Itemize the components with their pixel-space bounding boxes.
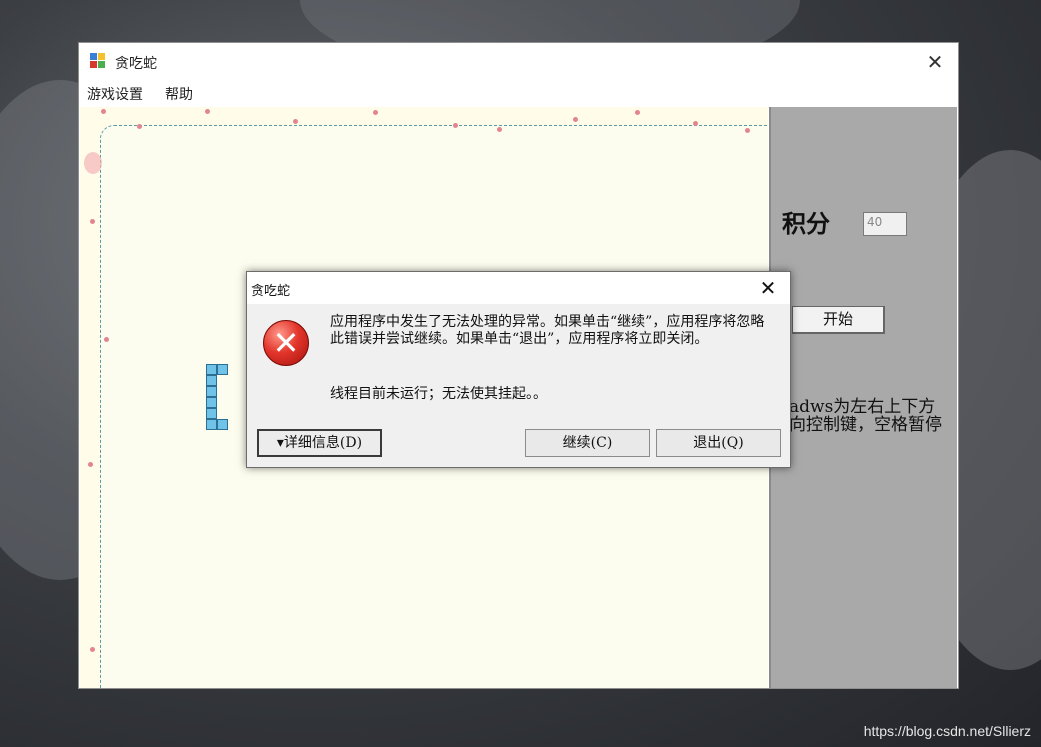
snake-segment xyxy=(206,408,217,419)
border-dot xyxy=(205,109,210,114)
title-bar: 贪吃蛇 ✕ xyxy=(79,43,958,81)
window-title: 贪吃蛇 xyxy=(115,56,157,72)
score-field: 40 xyxy=(863,212,907,236)
dialog-title: 贪吃蛇 xyxy=(251,284,291,299)
snake-segment xyxy=(206,397,217,408)
border-dot xyxy=(101,109,106,114)
border-dot xyxy=(693,121,698,126)
details-button[interactable]: ▾详细信息(D) xyxy=(257,429,382,457)
border-dot xyxy=(88,462,93,467)
side-panel: 积分 40 开始 adws为左右上下方向控制键，空格暂停 xyxy=(769,107,957,688)
border-dot xyxy=(453,123,458,128)
snake-segment xyxy=(206,375,217,386)
menu-game-settings[interactable]: 游戏设置 xyxy=(87,84,143,104)
error-icon: ✕ xyxy=(263,320,309,366)
snake-segment xyxy=(206,386,217,397)
close-icon[interactable]: ✕ xyxy=(922,49,948,75)
exit-button[interactable]: 退出(Q) xyxy=(656,429,781,457)
border-dot xyxy=(84,152,102,174)
continue-button[interactable]: 继续(C) xyxy=(525,429,650,457)
border-dot xyxy=(573,117,578,122)
menu-help[interactable]: 帮助 xyxy=(165,84,193,104)
watermark: https://blog.csdn.net/Sllierz xyxy=(863,723,1031,739)
border-dot xyxy=(90,219,95,224)
error-detail: 线程目前未运行；无法使其挂起。。 xyxy=(330,386,547,402)
snake-segment xyxy=(217,364,228,375)
menu-bar: 游戏设置 帮助 xyxy=(79,81,958,105)
snake-segment xyxy=(217,419,228,430)
error-icon-glyph: ✕ xyxy=(272,324,300,362)
border-dot xyxy=(497,127,502,132)
app-icon xyxy=(90,53,106,69)
snake-segment xyxy=(206,419,217,430)
border-dot xyxy=(90,647,95,652)
error-dialog: 贪吃蛇 ✕ ✕ 应用程序中发生了无法处理的异常。如果单击“继续”，应用程序将忽略… xyxy=(246,271,791,468)
border-dot xyxy=(745,128,750,133)
error-message: 应用程序中发生了无法处理的异常。如果单击“继续”，应用程序将忽略此错误并尝试继续… xyxy=(330,314,765,347)
border-dot xyxy=(104,337,109,342)
border-dot xyxy=(293,119,298,124)
border-dot xyxy=(635,110,640,115)
border-dot xyxy=(373,110,378,115)
start-button[interactable]: 开始 xyxy=(792,306,885,334)
controls-hint: adws为左右上下方向控制键，空格暂停 xyxy=(789,397,942,435)
close-icon[interactable]: ✕ xyxy=(754,274,782,302)
dialog-title-bar: 贪吃蛇 ✕ xyxy=(247,272,790,304)
snake-segment xyxy=(206,364,217,375)
border-dot xyxy=(137,124,142,129)
score-label: 积分 xyxy=(782,209,830,238)
